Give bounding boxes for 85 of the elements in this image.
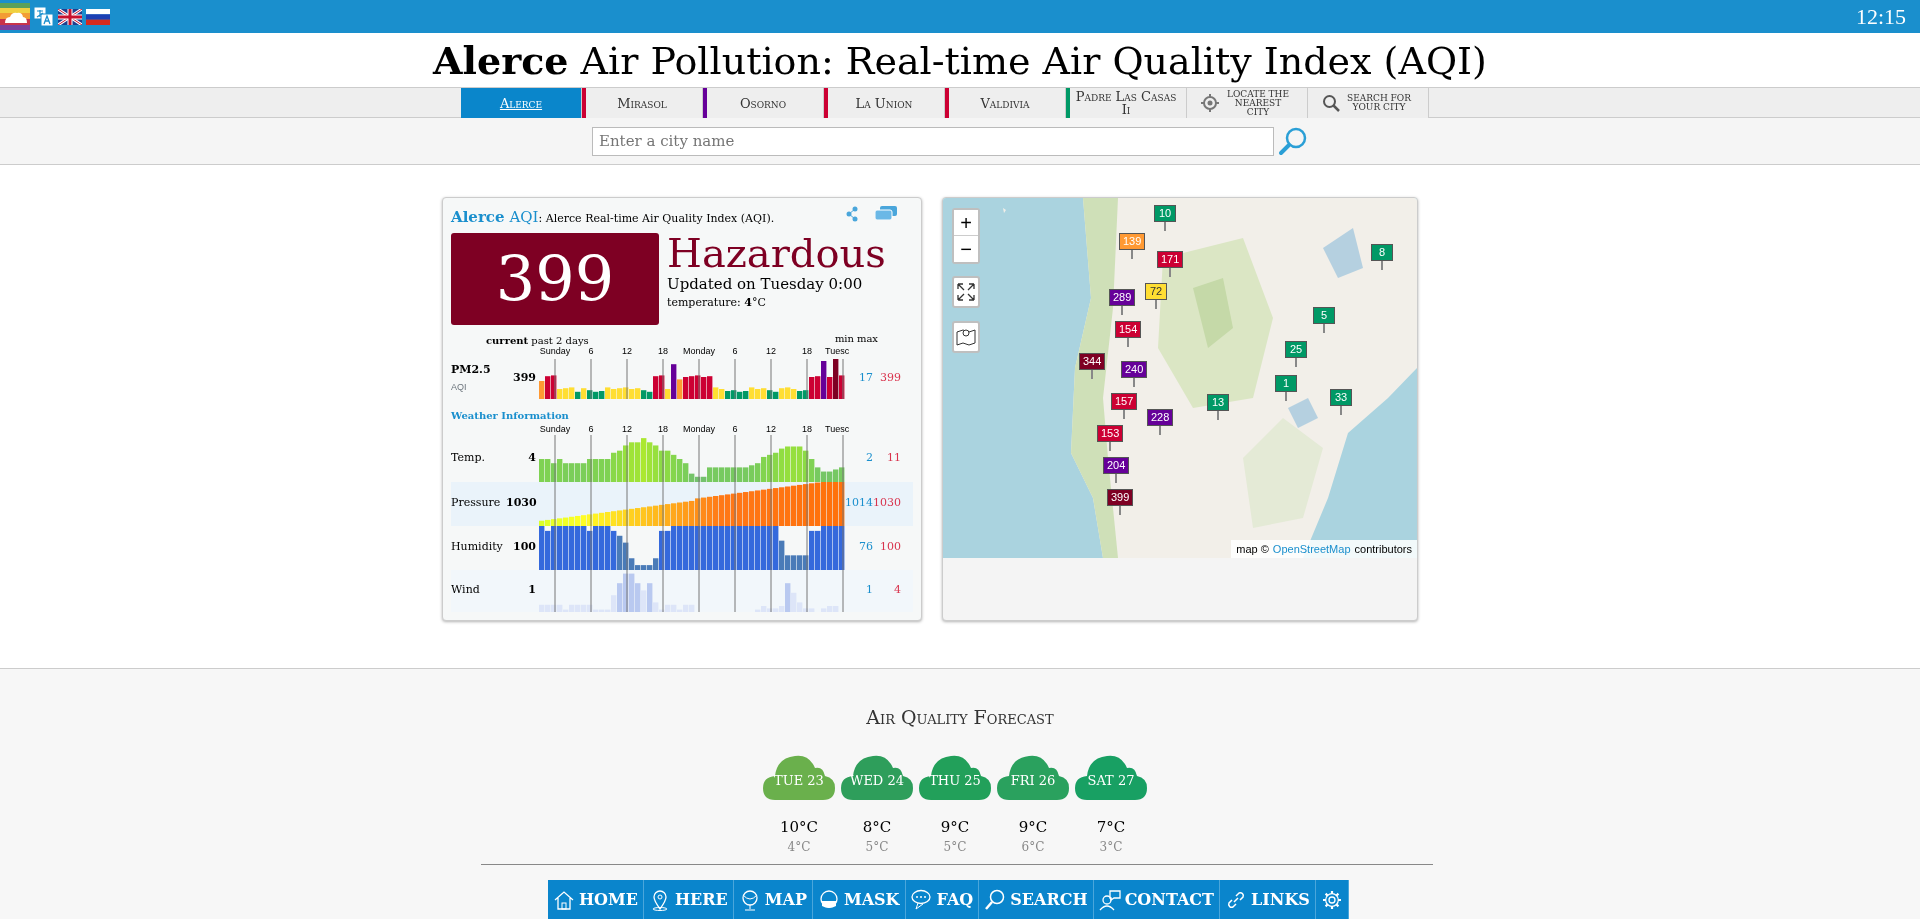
current-value: 399 [512, 370, 537, 387]
high-temperature: 9°C [1018, 816, 1048, 838]
aqi-link[interactable]: AQI [509, 206, 539, 229]
min-value: 2 [865, 449, 873, 466]
low-temperature: 5°C [943, 839, 967, 856]
current-value: 4 [527, 449, 537, 466]
min-value: 17 [858, 370, 873, 387]
axis-label: 18 [658, 422, 668, 435]
low-temperature: 4°C [787, 839, 811, 856]
section-title: Weather Information [451, 408, 570, 423]
zoom-in-button[interactable]: + [954, 210, 978, 236]
tab[interactable]: Osorno [703, 88, 824, 118]
nav-button[interactable]: HERE [643, 880, 734, 919]
clock: 12:15 [1855, 3, 1906, 31]
section-title: Air Quality Forecast [866, 705, 1054, 730]
header-label: min [833, 332, 854, 346]
axis-label: Tuesc [825, 422, 850, 435]
current-value: 100 [512, 539, 537, 556]
high-temperature: 8°C [862, 816, 892, 838]
header-label: current [486, 334, 529, 346]
max-value: 11 [886, 449, 901, 466]
min-value: 76 [858, 539, 873, 556]
high-temperature: 9°C [940, 816, 970, 838]
nav-button[interactable]: MASK [812, 880, 906, 919]
nav-button[interactable]: CONTACT [1093, 880, 1220, 919]
max-value: 4 [893, 582, 901, 599]
high-temperature: 10°C [779, 816, 819, 838]
tab[interactable]: Valdivia [945, 88, 1066, 118]
row-label: Temp. [451, 450, 485, 464]
max-value: 1030 [873, 495, 901, 512]
header-label: max [855, 332, 878, 346]
attribution-link[interactable]: OpenStreetMap [1272, 540, 1351, 557]
axis-label: Monday [683, 422, 715, 435]
high-temperature: 7°C [1096, 816, 1126, 838]
axis-label: 12 [622, 344, 632, 357]
axis-label: Monday [683, 344, 715, 357]
attribution-text: map © [1236, 541, 1269, 557]
attribution-text: contributors [1354, 541, 1412, 557]
axis-label: 6 [588, 344, 594, 357]
axis-label: Tuesc [825, 344, 850, 357]
axis-label: 18 [658, 344, 668, 357]
axis-label: Sunday [539, 345, 571, 357]
max-value: 100 [879, 539, 901, 556]
nav-button[interactable]: FAQ [905, 880, 980, 919]
page-title: Alerce Air Pollution: Real-time Air Quality Index (AQI) [433, 39, 1487, 83]
card-description: : Alerce Real-time Air Quality Index (AQI). [538, 212, 775, 227]
current-value: 1030 [506, 495, 538, 512]
axis-label: 12 [766, 344, 776, 357]
row-label: Humidity [451, 540, 503, 554]
row-label: PM2.5 [451, 363, 491, 376]
axis-label: 18 [802, 344, 812, 357]
axis-label: 6 [732, 344, 738, 357]
axis-label: 6 [732, 422, 738, 435]
search-field[interactable]: Enter a city name [592, 126, 1274, 156]
current-value: 1 [527, 582, 537, 599]
min-value: 1014 [845, 495, 873, 512]
min-value: 1 [865, 582, 873, 599]
axis-label: Sunday [539, 422, 571, 435]
nav-button[interactable]: LINKS [1220, 880, 1316, 919]
low-temperature: 6°C [1021, 839, 1045, 856]
tab[interactable]: SEARCH FOR YOUR CITY [1308, 88, 1429, 118]
unit-label: AQI [451, 381, 467, 392]
row-label: Pressure [451, 496, 501, 510]
header-label: past 2 days [530, 334, 589, 346]
aqi-value: 399 [451, 232, 659, 325]
tab[interactable]: La Union [824, 88, 945, 118]
temperature-text: temperature: 4°C [667, 295, 767, 311]
row-label: Wind [451, 583, 480, 597]
tab[interactable]: Mirasol [582, 88, 703, 118]
axis-label: 18 [802, 422, 812, 435]
max-value: 399 [879, 370, 901, 387]
nav-button[interactable]: MAP [733, 880, 813, 919]
tab[interactable]: LOCATE THE NEAREST CITY [1187, 88, 1308, 118]
update-time: Updated on Tuesday 0:00 [667, 273, 864, 295]
axis-label: 12 [622, 422, 632, 435]
tab[interactable]: Padre Las Casas Ii [1066, 88, 1187, 118]
nav-button[interactable]: SEARCH [979, 880, 1094, 919]
low-temperature: 3°C [1099, 839, 1123, 856]
tab[interactable]: Alerce [461, 88, 582, 118]
aqi-level: Hazardous [667, 232, 886, 273]
axis-label: 12 [766, 422, 776, 435]
axis-label: 6 [588, 422, 594, 435]
nav-button[interactable]: HOME [548, 880, 644, 919]
low-temperature: 5°C [865, 839, 889, 856]
city-link[interactable]: Alerce [451, 206, 505, 229]
